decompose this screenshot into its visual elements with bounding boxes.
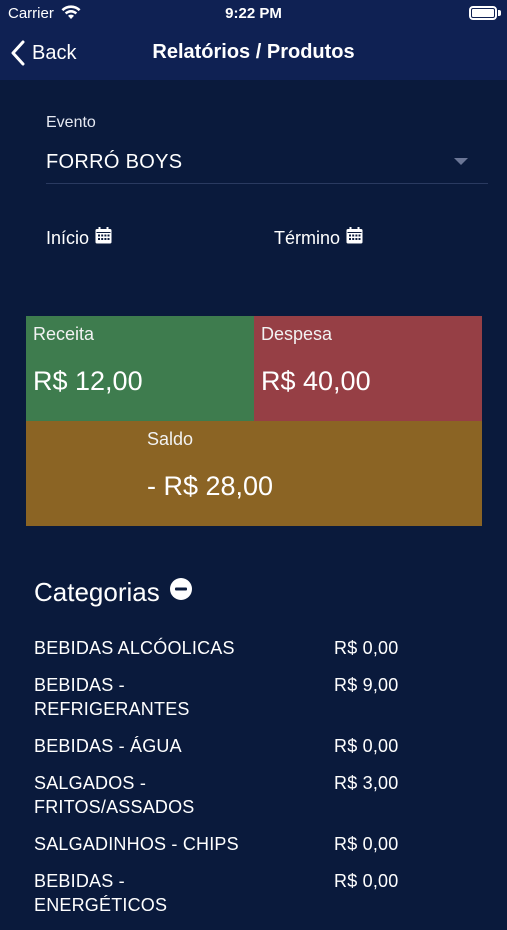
termino-label: Término <box>274 228 341 248</box>
evento-value: FORRÓ BOYS <box>46 151 183 173</box>
category-amount: R$ 0,00 <box>334 638 399 658</box>
report-content: Evento FORRÓ BOYS Início Término Receita <box>0 80 507 915</box>
list-item: BEBIDAS - ÁGUA R$ 0,00 <box>34 734 474 758</box>
saldo-card: Saldo - R$ 28,00 <box>26 421 482 526</box>
list-item: SALGADINHOS - CHIPS R$ 0,00 <box>34 832 474 856</box>
category-name: BEBIDAS - REFRIGERANTES <box>34 675 190 719</box>
calendar-icon <box>95 227 112 244</box>
category-amount: R$ 9,00 <box>334 675 399 695</box>
list-item: BEBIDAS - REFRIGERANTES R$ 9,00 <box>34 673 474 721</box>
categories-title: Categorias <box>34 577 160 607</box>
evento-label: Evento <box>46 114 96 131</box>
despesa-value: R$ 40,00 <box>261 366 371 396</box>
inicio-label: Início <box>46 228 90 248</box>
category-name: SALGADOS - FRITOS/ASSADOS <box>34 773 195 817</box>
dropdown-caret-icon <box>454 158 468 165</box>
despesa-card: Despesa R$ 40,00 <box>254 316 482 421</box>
categories-header: Categorias <box>34 577 192 608</box>
summary-panel: Receita R$ 12,00 Despesa R$ 40,00 Saldo … <box>26 316 482 526</box>
receita-value: R$ 12,00 <box>33 366 143 396</box>
inicio-date-picker[interactable]: Início <box>46 227 112 249</box>
saldo-value: - R$ 28,00 <box>147 471 274 501</box>
receita-card: Receita R$ 12,00 <box>26 316 254 421</box>
status-bar: Carrier 9:22 PM <box>0 0 507 28</box>
category-amount: R$ 0,00 <box>334 736 399 756</box>
list-item: BEBIDAS - ENERGÉTICOS R$ 0,00 <box>34 869 474 917</box>
category-amount: R$ 0,00 <box>334 834 399 854</box>
back-label: Back <box>32 41 77 64</box>
despesa-label: Despesa <box>261 324 333 344</box>
battery-icon <box>469 6 497 20</box>
receita-label: Receita <box>33 324 95 344</box>
back-chevron-icon <box>11 40 25 66</box>
saldo-label: Saldo <box>147 429 194 449</box>
list-item: SALGADOS - FRITOS/ASSADOS R$ 3,00 <box>34 771 474 819</box>
navigation-bar: Back Relatórios / Produtos <box>0 28 507 80</box>
calendar-icon <box>346 227 363 244</box>
back-button[interactable]: Back <box>10 38 76 68</box>
categories-list: BEBIDAS ALCÓOLICAS R$ 0,00 BEBIDAS - REF… <box>34 636 474 930</box>
category-name: BEBIDAS - ÁGUA <box>34 736 182 756</box>
category-amount: R$ 3,00 <box>334 773 399 793</box>
category-name: BEBIDAS ALCÓOLICAS <box>34 638 235 658</box>
list-item: BEBIDAS ALCÓOLICAS R$ 0,00 <box>34 636 474 660</box>
category-name: SALGADINHOS - CHIPS <box>34 834 239 854</box>
termino-date-picker[interactable]: Término <box>274 227 363 249</box>
clock: 9:22 PM <box>225 5 282 22</box>
battery-tip <box>498 10 501 16</box>
category-name: BEBIDAS - ENERGÉTICOS <box>34 871 168 915</box>
evento-select[interactable]: FORRÓ BOYS <box>46 142 488 184</box>
collapse-minus-icon[interactable] <box>169 577 192 600</box>
category-amount: R$ 0,00 <box>334 871 399 891</box>
